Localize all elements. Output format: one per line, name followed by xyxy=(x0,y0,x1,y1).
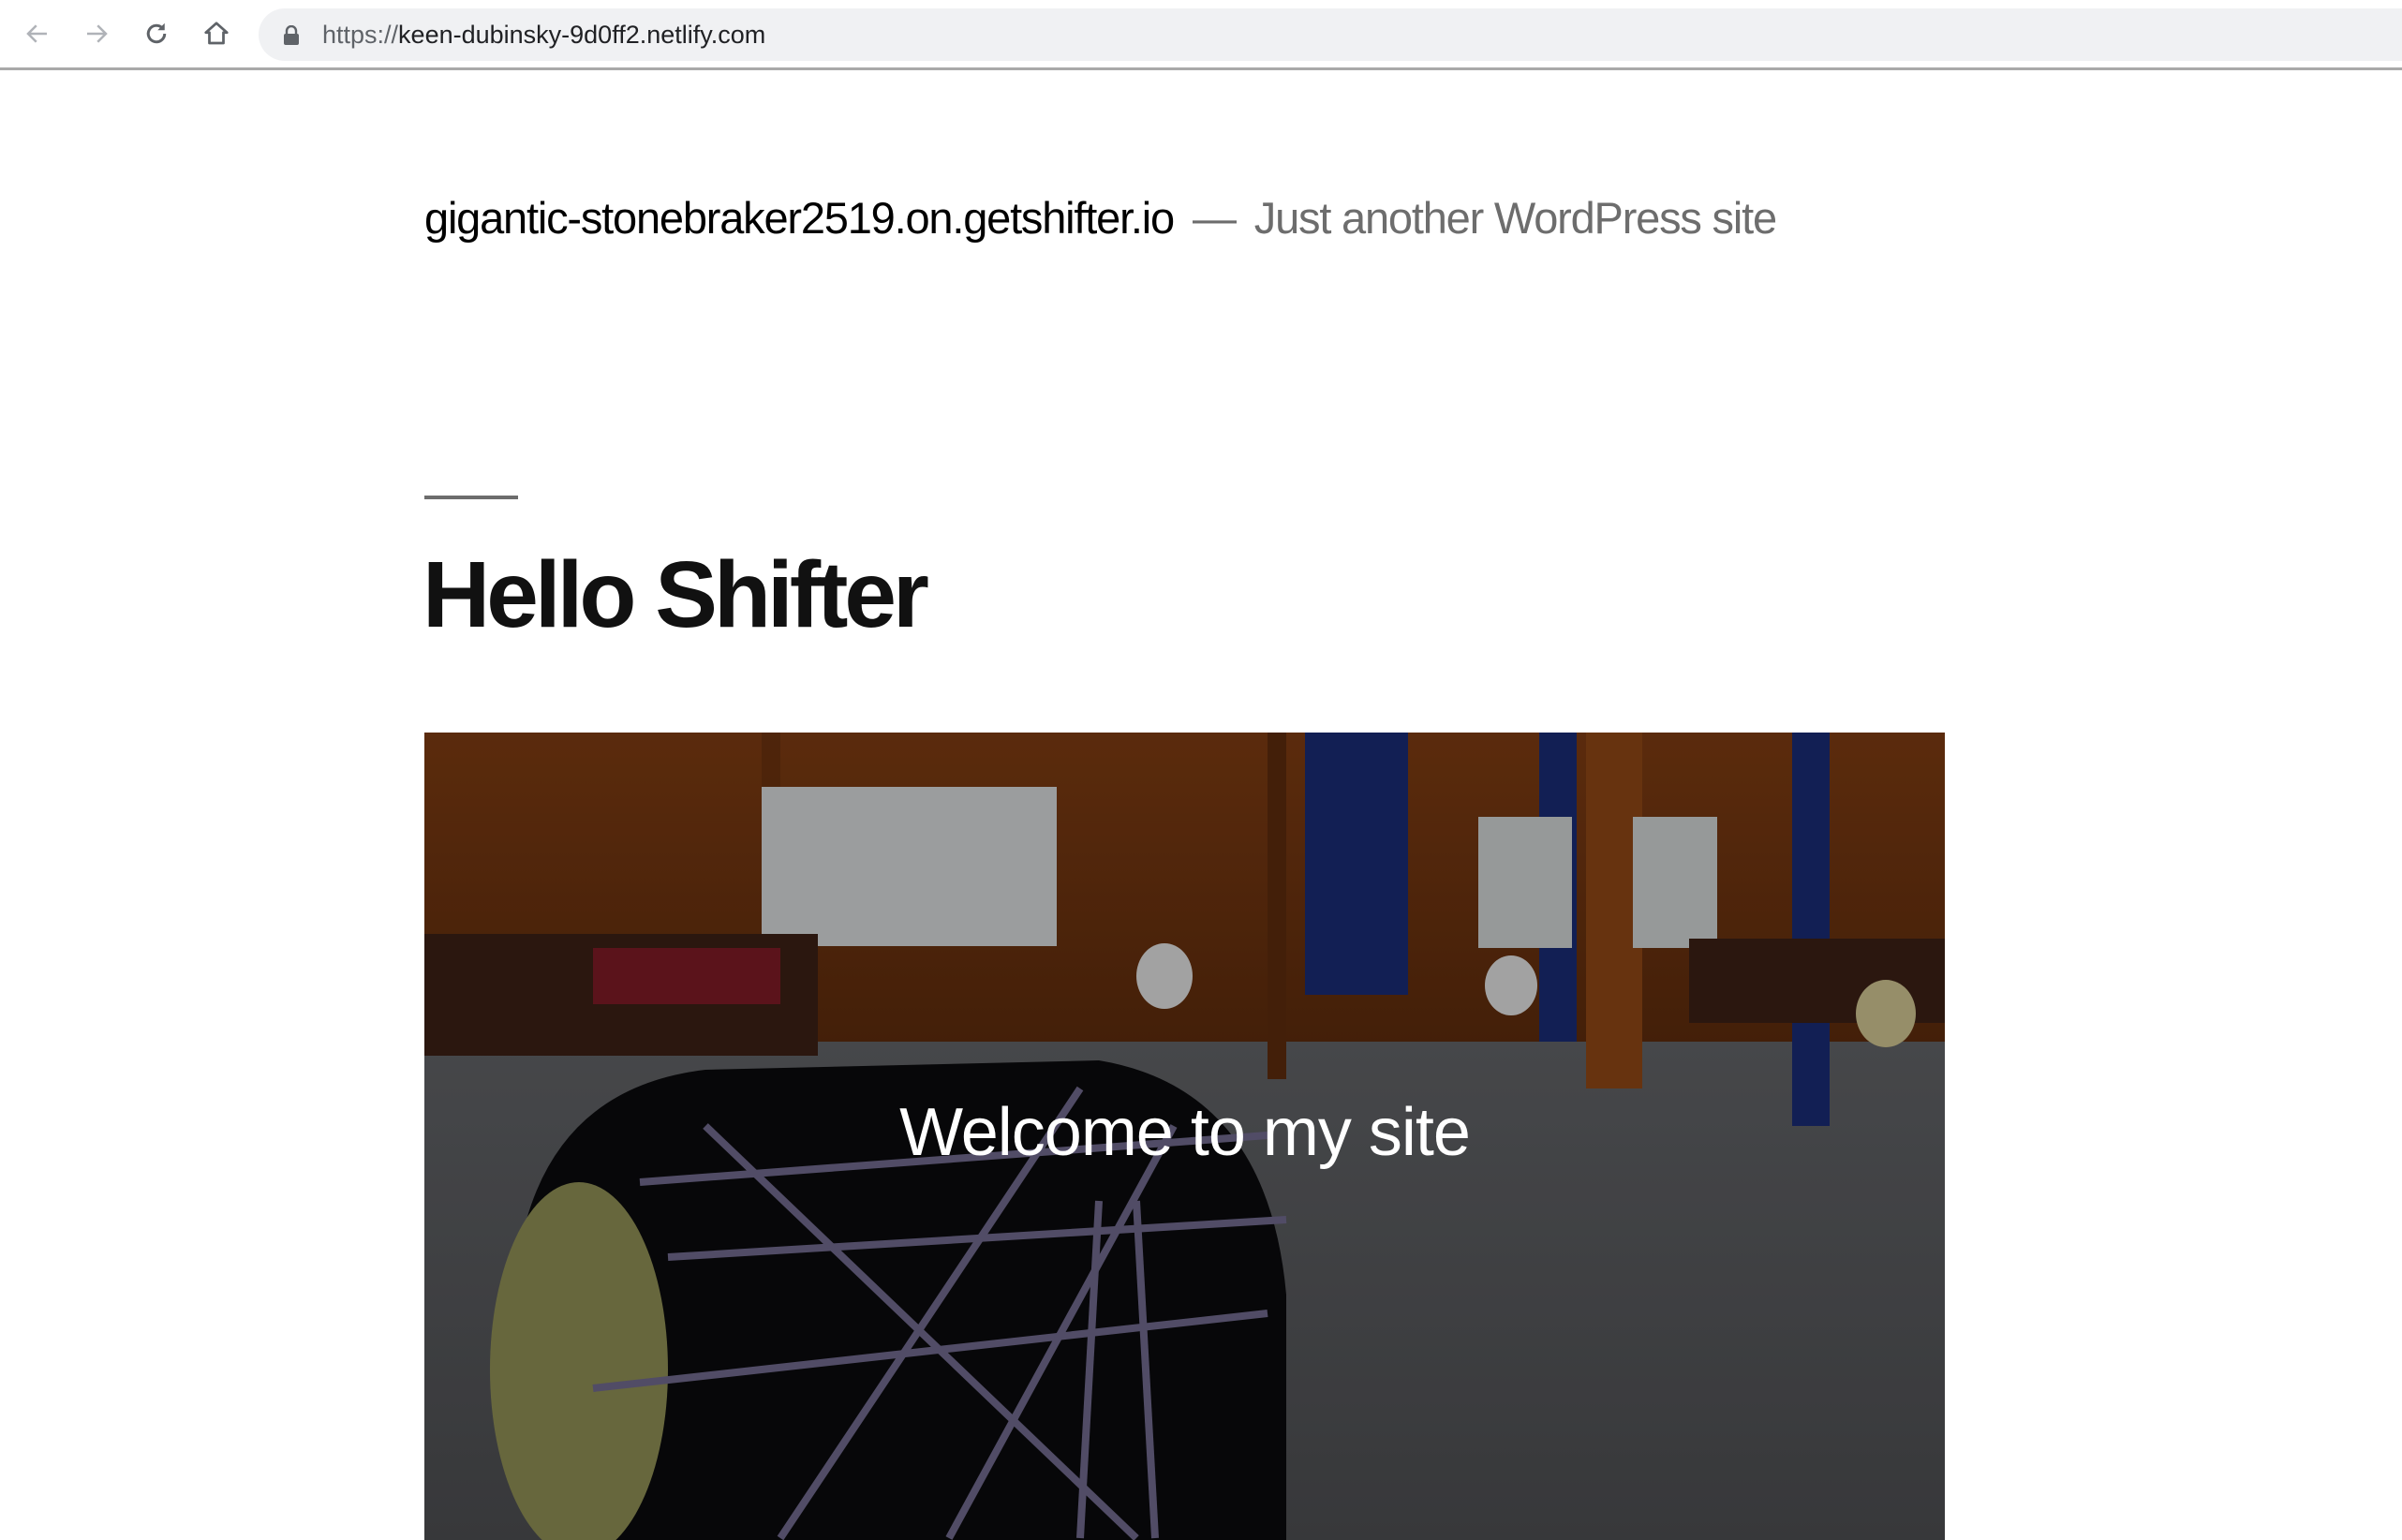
home-icon xyxy=(204,22,229,45)
url-text[interactable]: https://keen-dubinsky-9d0ff2.netlify.com xyxy=(322,18,765,52)
lock-icon xyxy=(284,25,299,45)
browser-toolbar: https://keen-dubinsky-9d0ff2.netlify.com xyxy=(0,0,2402,70)
site-title-link[interactable]: gigantic-stonebraker2519.on.getshifter.i… xyxy=(424,193,1175,243)
cover-text: Welcome to my site xyxy=(899,1095,1471,1170)
separator: — xyxy=(1192,193,1237,243)
back-button[interactable] xyxy=(17,13,58,54)
cover-block: Welcome to my site xyxy=(424,733,1945,1540)
address-bar[interactable]: https://keen-dubinsky-9d0ff2.netlify.com xyxy=(259,8,2402,61)
reload-button[interactable] xyxy=(136,13,177,54)
home-button[interactable] xyxy=(196,13,237,54)
site-header: gigantic-stonebraker2519.on.getshifter.i… xyxy=(424,192,1777,244)
forward-button[interactable] xyxy=(76,13,117,54)
post-title: Hello Shifter xyxy=(423,542,929,647)
title-divider xyxy=(424,496,518,499)
forward-icon xyxy=(87,24,108,43)
reload-icon xyxy=(146,22,167,44)
back-icon xyxy=(26,24,47,43)
site-tagline: Just another WordPress site xyxy=(1253,193,1777,243)
